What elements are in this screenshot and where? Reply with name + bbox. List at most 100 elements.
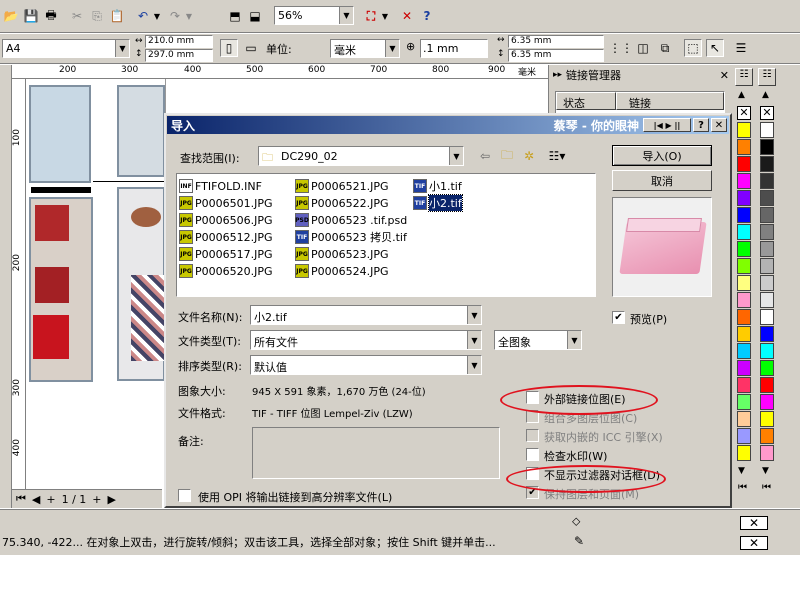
- prev-page-icon[interactable]: ◀: [32, 493, 40, 506]
- snap-dropdown-icon[interactable]: ▼: [380, 7, 390, 25]
- file-item[interactable]: INF FTIFOLD.INF: [179, 178, 262, 194]
- fill-none-icon[interactable]: ✕: [740, 516, 768, 530]
- file-item[interactable]: JPG P0006501.JPG: [179, 195, 273, 211]
- save-icon[interactable]: 💾: [22, 7, 40, 25]
- select-all-icon[interactable]: ⬚: [684, 39, 702, 57]
- file-item[interactable]: JPG P0006520.JPG: [179, 263, 273, 279]
- filetype-select[interactable]: 所有文件 ▼: [250, 330, 482, 350]
- color-swatch[interactable]: [760, 275, 774, 291]
- close-icon[interactable]: ✕: [720, 69, 729, 82]
- paper-size-select[interactable]: A4 ▼: [2, 39, 130, 58]
- file-item[interactable]: JPG P0006521.JPG: [295, 178, 389, 194]
- color-swatch[interactable]: [737, 156, 751, 172]
- color-swatch[interactable]: [737, 309, 751, 325]
- landscape-icon[interactable]: ▭: [242, 39, 260, 57]
- color-swatch[interactable]: [737, 207, 751, 223]
- column-status[interactable]: 状态: [556, 92, 616, 110]
- file-item[interactable]: TIF P0006523 拷贝.tif: [295, 229, 407, 245]
- export-icon[interactable]: ⬓: [246, 7, 264, 25]
- objects-icon[interactable]: ⧉: [656, 39, 674, 57]
- color-swatch[interactable]: [760, 309, 774, 325]
- color-swatch[interactable]: [737, 377, 751, 393]
- color-swatch[interactable]: [737, 343, 751, 359]
- color-swatch[interactable]: [737, 411, 751, 427]
- next-page-icon[interactable]: ▶: [108, 493, 116, 506]
- color-swatch[interactable]: [737, 190, 751, 206]
- undo-icon[interactable]: ↶: [134, 7, 152, 25]
- palette-menu-icon[interactable]: ☷: [758, 68, 776, 86]
- file-item[interactable]: JPG P0006506.JPG: [179, 212, 273, 228]
- filter-select[interactable]: 全图象 ▼: [494, 330, 582, 350]
- cut-icon[interactable]: ✂: [68, 7, 86, 25]
- print-icon[interactable]: 🖶: [42, 7, 60, 25]
- page-height-input[interactable]: 297.0 mm: [145, 49, 213, 62]
- color-swatch[interactable]: [737, 258, 751, 274]
- open-icon[interactable]: 📂: [2, 7, 20, 25]
- color-swatch[interactable]: [737, 292, 751, 308]
- docker-arrows-icon[interactable]: ▸▸: [553, 70, 562, 80]
- color-swatch[interactable]: [737, 224, 751, 240]
- color-swatch[interactable]: [760, 258, 774, 274]
- color-swatch[interactable]: [760, 224, 774, 240]
- column-link[interactable]: 链接: [616, 92, 724, 110]
- guides-icon[interactable]: ◫: [634, 39, 652, 57]
- preview-checkbox[interactable]: ✔: [612, 311, 625, 324]
- import-button[interactable]: 导入(O): [612, 145, 712, 166]
- palette-scroll-down-icon[interactable]: ▼: [762, 466, 769, 476]
- opi-checkbox[interactable]: [178, 489, 191, 502]
- up-folder-icon[interactable]: 🗀: [498, 147, 516, 165]
- palette-scroll-up-icon[interactable]: ▲: [762, 90, 769, 100]
- color-swatch[interactable]: [760, 343, 774, 359]
- first-page-icon[interactable]: ⏮: [16, 492, 26, 506]
- color-swatch[interactable]: [760, 411, 774, 427]
- color-swatch[interactable]: [737, 122, 751, 138]
- import-icon[interactable]: ⬒: [226, 7, 244, 25]
- help-icon[interactable]: ?: [418, 7, 436, 25]
- color-swatch[interactable]: [737, 394, 751, 410]
- option-checkbox[interactable]: [526, 448, 539, 461]
- file-list[interactable]: INF FTIFOLD.INF JPG P0006501.JPG JPG P0006506…: [176, 173, 596, 297]
- snap-icon[interactable]: ⛶: [362, 7, 380, 25]
- portrait-icon[interactable]: ▯: [220, 39, 238, 57]
- view-menu-icon[interactable]: ☷▾: [544, 147, 570, 165]
- outline-none-icon[interactable]: ✕: [740, 536, 768, 550]
- page-width-input[interactable]: 210.0 mm: [145, 35, 213, 48]
- add-page-icon[interactable]: +: [46, 493, 55, 506]
- help-icon[interactable]: ?: [693, 118, 709, 132]
- no-color-swatch[interactable]: ✕: [737, 106, 751, 120]
- color-swatch[interactable]: [760, 122, 774, 138]
- palette-expand-icon[interactable]: ⏮: [738, 482, 747, 493]
- color-swatch[interactable]: [760, 139, 774, 155]
- new-folder-icon[interactable]: ✲: [520, 147, 538, 165]
- color-swatch[interactable]: [737, 360, 751, 376]
- color-swatch[interactable]: [737, 139, 751, 155]
- sort-select[interactable]: 默认值 ▼: [250, 355, 482, 375]
- close-icon[interactable]: ✕: [711, 118, 727, 132]
- file-item[interactable]: JPG P0006512.JPG: [179, 229, 273, 245]
- media-controls-icon[interactable]: |◀ ▶ ||: [643, 118, 691, 132]
- color-swatch[interactable]: [760, 326, 774, 342]
- options-icon[interactable]: ✕: [398, 7, 416, 25]
- color-swatch[interactable]: [737, 275, 751, 291]
- color-swatch[interactable]: [737, 445, 751, 461]
- redo-icon[interactable]: ↷: [166, 7, 184, 25]
- color-swatch[interactable]: [760, 190, 774, 206]
- color-swatch[interactable]: [760, 207, 774, 223]
- cancel-button[interactable]: 取消: [612, 170, 712, 191]
- color-swatch[interactable]: [760, 173, 774, 189]
- copy-icon[interactable]: ⎘: [88, 7, 106, 25]
- file-item[interactable]: JPG P0006517.JPG: [179, 246, 273, 262]
- palette-scroll-up-icon[interactable]: ▲: [738, 90, 745, 100]
- add-page-after-icon[interactable]: +: [92, 493, 101, 506]
- file-item[interactable]: PSD P0006523 .tif.psd: [295, 212, 407, 228]
- color-swatch[interactable]: [760, 445, 774, 461]
- file-item[interactable]: JPG P0006523.JPG: [295, 246, 389, 262]
- color-swatch[interactable]: [760, 156, 774, 172]
- color-swatch[interactable]: [760, 428, 774, 444]
- duplicate-x-input[interactable]: 6.35 mm: [508, 35, 604, 48]
- color-swatch[interactable]: [737, 326, 751, 342]
- color-swatch[interactable]: [737, 173, 751, 189]
- palette-scroll-down-icon[interactable]: ▼: [738, 466, 745, 476]
- filename-input[interactable]: 小2.tif ▼: [250, 305, 482, 325]
- color-swatch[interactable]: [760, 292, 774, 308]
